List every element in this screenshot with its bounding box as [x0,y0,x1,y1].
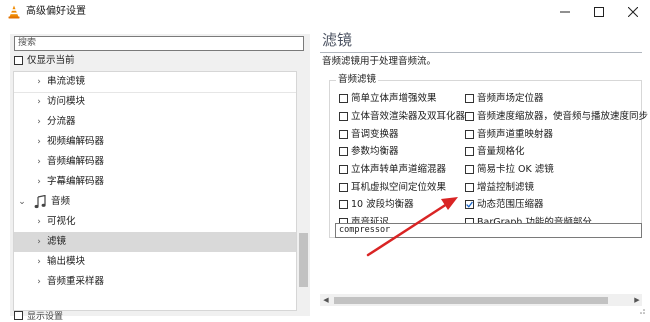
tree-item-label: 分流器 [47,116,76,127]
page-description: 音频滤镜用于处理音频流。 [322,56,437,67]
tree-item-label: 滤镜 [47,236,67,247]
filter-label: 音量规格化 [477,146,525,157]
filter-checkbox[interactable] [465,94,474,103]
filter-checkbox-compressor[interactable] [465,200,474,209]
tree-item-output-modules[interactable]: › 输出模块 [14,252,296,272]
filter-label: 简易卡拉 OK 滤镜 [477,164,554,175]
page-title: 滤镜 [322,31,353,49]
window-title: 高级偏好设置 [26,6,86,17]
only-current-label: 仅显示当前 [27,55,75,66]
tree-item-video-codecs[interactable]: › 视频编解码器 [14,132,296,152]
search-input[interactable]: 搜索 [14,36,304,51]
filter-label: 音频声道重映射器 [477,129,554,140]
filter-label: 立体音效渲染器及双耳化器 [351,111,466,122]
filter-checkbox[interactable] [339,165,348,174]
title-bar: 高级偏好设置 [0,0,650,24]
tree-item-stream-filters[interactable]: › 串流滤镜 [14,72,296,93]
chevron-right-icon[interactable]: › [34,112,44,132]
settings-tree[interactable]: › 串流滤镜 › 访问模块 › 分流器 › 视频编解码器 › 音频编解码器 › … [13,71,297,311]
filter-label: 简单立体声增强效果 [351,93,437,104]
tree-scrollbar-thumb[interactable] [299,233,308,287]
tree-item-visualization[interactable]: › 可视化 [14,212,296,232]
chevron-right-icon[interactable]: › [34,72,44,92]
filter-checkbox[interactable] [339,112,348,121]
tree-item-label: 视频编解码器 [47,136,105,147]
close-icon [628,7,638,17]
chevron-right-icon[interactable]: › [34,172,44,192]
filter-checkbox[interactable] [465,147,474,156]
filter-checkbox[interactable] [465,130,474,139]
filter-checkbox[interactable] [339,147,348,156]
filter-checkbox[interactable] [465,112,474,121]
filter-chain-input[interactable]: compressor [335,223,642,238]
filter-checkbox[interactable] [339,183,348,192]
chevron-right-icon[interactable]: › [34,92,44,112]
chevron-right-icon[interactable]: › [34,152,44,172]
chevron-right-icon[interactable]: › [34,252,44,272]
group-label: 音频滤镜 [336,73,379,86]
tree-item-label: 字幕编解码器 [47,176,105,187]
tree-item-label: 串流滤镜 [47,76,86,87]
filter-label: 动态范围压缩器 [477,199,544,210]
title-divider [320,52,642,53]
only-current-checkbox[interactable] [14,56,23,65]
filter-checkbox[interactable] [339,130,348,139]
tree-item-audio[interactable]: ⌄ 音频 [14,192,296,212]
filter-label: 耳机虚拟空间定位效果 [351,182,447,193]
filter-label: 音调变换器 [351,129,399,140]
minimize-button[interactable] [548,0,582,24]
filter-label: 10 波段均衡器 [351,199,414,210]
chevron-down-icon[interactable]: ⌄ [17,192,27,212]
filter-label: 增益控制滤镜 [477,182,535,193]
tree-item-label: 音频重采样器 [47,276,105,287]
scroll-right-icon[interactable]: ▶ [632,294,642,306]
horizontal-scrollbar-thumb[interactable] [334,297,608,304]
music-note-icon [34,195,46,209]
chevron-right-icon[interactable]: › [34,132,44,152]
tree-item-filters[interactable]: › 滤镜 [14,232,296,252]
chevron-right-icon[interactable]: › [34,232,44,252]
checkmark-icon [466,201,473,208]
chevron-right-icon[interactable]: › [34,212,44,232]
resize-grip-icon[interactable] [636,307,646,315]
minimize-icon [560,11,570,13]
tree-item-demuxers[interactable]: › 分流器 [14,112,296,132]
tree-item-audio-codecs[interactable]: › 音频编解码器 [14,152,296,172]
filter-checkbox[interactable] [339,200,348,209]
filter-label: 参数均衡器 [351,146,399,157]
filter-checkbox[interactable] [465,165,474,174]
vlc-cone-icon [8,5,20,19]
tree-item-audio-resampler[interactable]: › 音频重采样器 [14,272,296,292]
filter-checkbox[interactable] [465,183,474,192]
tree-item-label: 可视化 [47,216,76,227]
tree-item-label: 访问模块 [47,96,86,107]
filter-label: 音频速度缩放器，使音频与播放速度同步 [477,111,649,122]
tree-item-label: 音频编解码器 [47,156,105,167]
tree-item-subtitle-codecs[interactable]: › 字幕编解码器 [14,172,296,192]
maximize-button[interactable] [582,0,616,24]
filter-label: 立体声转单声道缩混器 [351,164,447,175]
scroll-left-icon[interactable]: ◀ [321,294,331,306]
filter-checkbox[interactable] [339,94,348,103]
chevron-right-icon[interactable]: › [34,272,44,292]
close-button[interactable] [616,0,650,24]
tree-item-label: 输出模块 [47,256,86,267]
tree-item-access-modules[interactable]: › 访问模块 [14,92,296,112]
filter-label: 音频声场定位器 [477,93,544,104]
maximize-icon [594,7,604,17]
tree-item-label: 音频 [51,196,71,207]
